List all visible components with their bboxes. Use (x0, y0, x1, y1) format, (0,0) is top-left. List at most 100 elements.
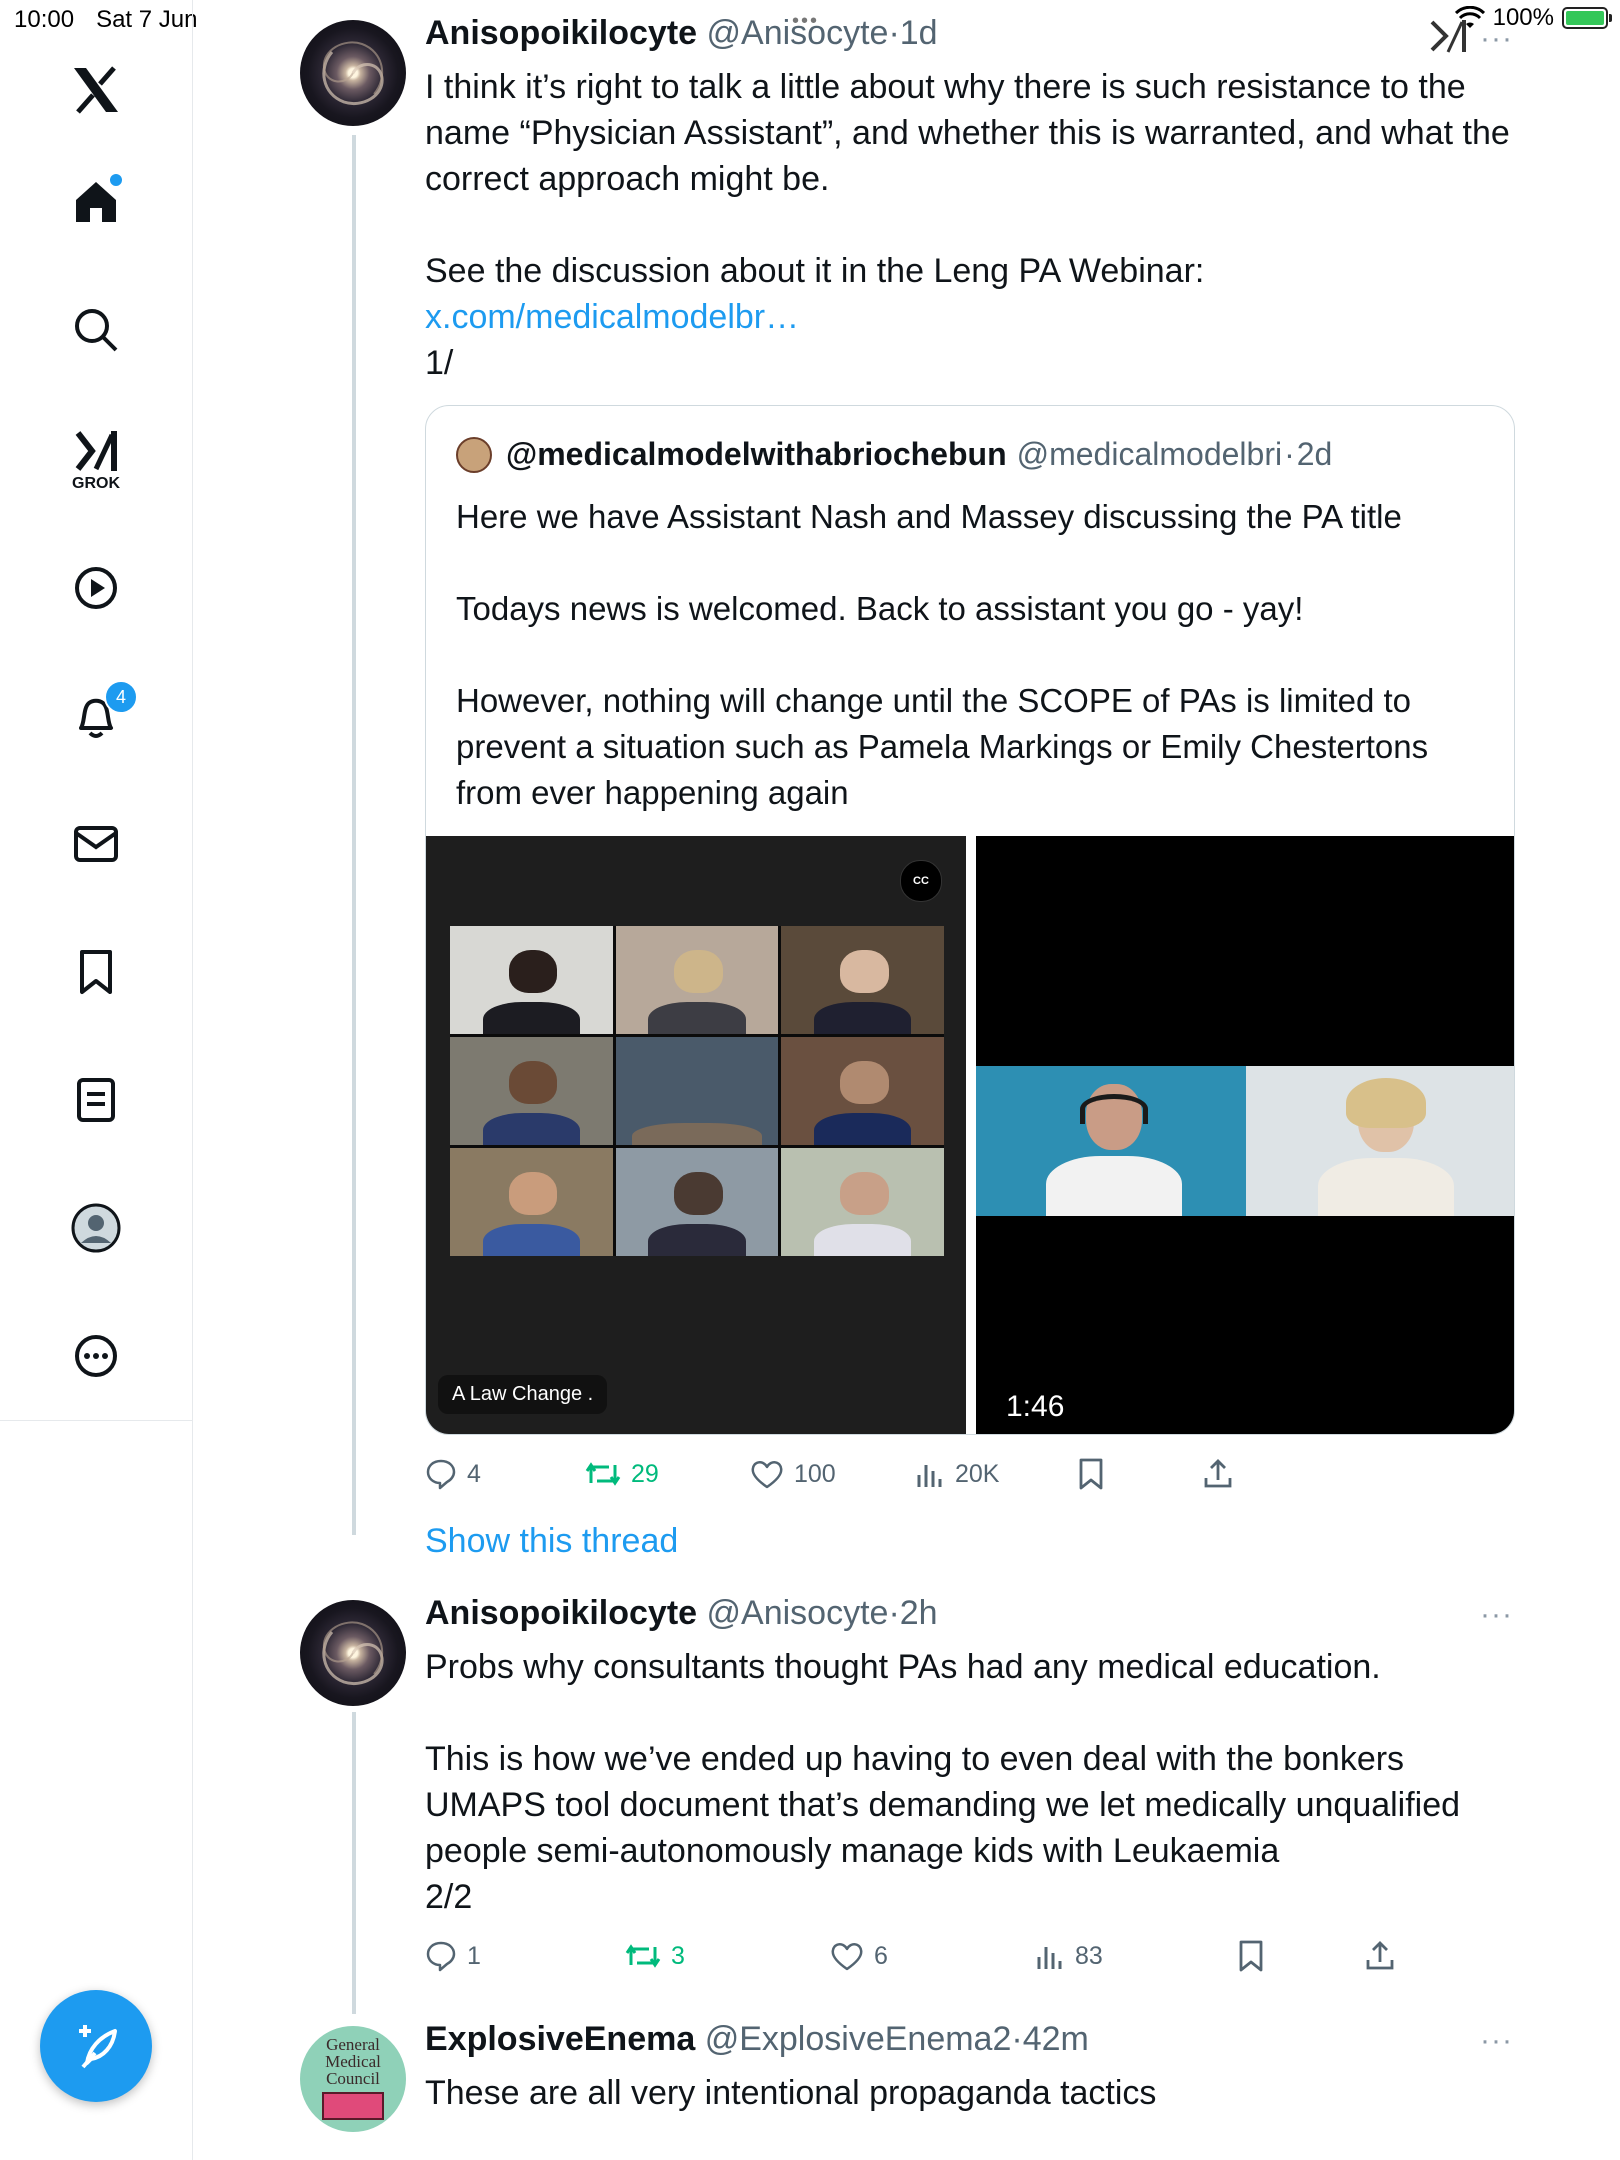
video-duration: 1:46 (1006, 1390, 1065, 1423)
tweet-actions: 4 29 100 20K (425, 1454, 1485, 1494)
video-tile (615, 926, 779, 1034)
share-button[interactable] (1203, 1454, 1233, 1494)
grok-label: GROK (72, 475, 120, 492)
tweet-link[interactable]: x.com/medicalmodelbr… (425, 294, 1515, 340)
avatar[interactable]: General Medical Council (300, 2026, 406, 2132)
tweet-paragraph: I think it’s right to talk a little abou… (425, 68, 1510, 198)
video-call-frame (976, 1066, 1514, 1216)
video-tile (450, 1037, 613, 1145)
reply-count: 4 (467, 1459, 481, 1488)
bookmarks-icon[interactable] (66, 942, 126, 1002)
galaxy-avatar-image (322, 1621, 384, 1685)
quoted-tweet-card[interactable]: @medicalmodelwithabriochebun @medicalmod… (425, 405, 1515, 1435)
quote-author-handle: @medicalmodelbri (1016, 436, 1283, 472)
repost-count: 3 (671, 1941, 685, 1970)
repost-button[interactable]: 29 (585, 1454, 659, 1494)
status-bar-right: 100% (1454, 4, 1612, 32)
like-button[interactable]: 100 (750, 1454, 836, 1494)
quote-time: 2d (1296, 436, 1333, 472)
grok-icon[interactable]: GROK (66, 424, 126, 498)
closed-captions-icon[interactable]: CC (900, 860, 942, 902)
video-participant (976, 1066, 1246, 1216)
thread-number: 1/ (425, 344, 454, 382)
tweet-more-menu[interactable]: ··· (1480, 2024, 1513, 2058)
thread-connector-2 (352, 1712, 356, 2014)
repost-icon (625, 1944, 661, 1968)
repost-count: 29 (631, 1459, 659, 1488)
reply-button[interactable]: 1 (425, 1936, 481, 1976)
home-unread-dot (108, 172, 124, 188)
views-button[interactable]: 83 (1035, 1936, 1103, 1976)
x-logo-icon[interactable] (66, 60, 126, 120)
tweet-paragraph: See the discussion about it in the Leng … (425, 252, 1205, 290)
quote-author-name: @medicalmodelwithabriochebun (506, 436, 1007, 472)
like-button[interactable]: 6 (830, 1936, 888, 1976)
video-tile (450, 1148, 613, 1256)
author-name[interactable]: Anisopoikilocyte (425, 14, 697, 52)
avatar[interactable] (300, 20, 406, 126)
bookmark-button[interactable] (1237, 1936, 1265, 1976)
author-handle[interactable]: @Anisocyte (707, 14, 889, 52)
tweet-body: These are all very intentional propagand… (425, 2070, 1515, 2116)
reply-icon (426, 1941, 456, 1972)
tweet-time[interactable]: 42m (1023, 2020, 1089, 2058)
views-button[interactable]: 20K (915, 1454, 999, 1494)
author-name[interactable]: Anisopoikilocyte (425, 1594, 697, 1632)
repost-button[interactable]: 3 (625, 1936, 685, 1976)
video-participant (1246, 1066, 1514, 1216)
show-thread-link[interactable]: Show this thread (425, 1522, 678, 1561)
tweet-time[interactable]: 1d (900, 14, 938, 52)
author-handle[interactable]: @ExplosiveEnema2 (705, 2020, 1012, 2058)
reply-count: 1 (467, 1941, 481, 1970)
video-tile (781, 1148, 944, 1256)
tweet-header: Anisopoikilocyte @Anisocyte·1d (425, 14, 938, 52)
share-icon (1366, 1941, 1394, 1970)
tweet-more-menu[interactable]: ··· (1480, 22, 1513, 56)
share-button[interactable] (1365, 1936, 1395, 1976)
video-tile (781, 926, 944, 1034)
quote-paragraph: However, nothing will change until the S… (456, 682, 1429, 811)
tweet-paragraph: Probs why consultants thought PAs had an… (425, 1648, 1381, 1686)
quote-paragraph: Todays news is welcomed. Back to assista… (456, 590, 1304, 627)
lists-icon[interactable] (66, 1070, 126, 1130)
notification-count-badge: 4 (104, 680, 138, 714)
tweet-paragraph: This is how we’ve ended up having to eve… (425, 1740, 1461, 1870)
like-count: 100 (794, 1459, 836, 1488)
notifications-bell-icon[interactable]: 4 (66, 680, 138, 746)
author-name[interactable]: ExplosiveEnema (425, 2020, 695, 2058)
views-chart-icon (1037, 1947, 1062, 1969)
bookmark-icon (1079, 1458, 1103, 1490)
tweet-more-menu[interactable]: ··· (1480, 1598, 1513, 1632)
video-caption: A Law Change . (438, 1375, 608, 1414)
search-icon[interactable] (66, 300, 126, 360)
video-tile (615, 1037, 779, 1145)
profile-icon[interactable] (66, 1198, 126, 1258)
messages-mail-icon[interactable] (66, 814, 126, 874)
tweet-time[interactable]: 2h (900, 1594, 938, 1632)
reply-button[interactable]: 4 (425, 1454, 481, 1494)
more-options-icon[interactable] (66, 1326, 126, 1386)
reply-icon (426, 1459, 456, 1490)
xai-logo-icon (1428, 18, 1472, 59)
home-icon[interactable] (66, 172, 126, 232)
avatar[interactable] (300, 1600, 406, 1706)
sidebar-nav: GROK 4 (0, 0, 193, 2160)
author-handle[interactable]: @Anisocyte (707, 1594, 889, 1632)
share-icon (1204, 1459, 1232, 1488)
video-play-icon[interactable] (66, 558, 126, 618)
heart-icon (751, 1460, 783, 1489)
battery-icon (1562, 7, 1612, 29)
video-tile (781, 1037, 944, 1145)
quote-avatar (456, 436, 492, 473)
video-call-grid (450, 926, 944, 1256)
bookmark-button[interactable] (1077, 1454, 1105, 1494)
video-tile (615, 1148, 779, 1256)
compose-feather-icon (79, 2025, 117, 2069)
heart-icon (831, 1942, 863, 1971)
quote-media-video[interactable]: 1:46 (976, 836, 1514, 1434)
like-count: 6 (874, 1941, 888, 1970)
bookmark-icon (1239, 1940, 1263, 1972)
compose-post-button[interactable] (40, 1990, 152, 2102)
tweet-paragraph: These are all very intentional propagand… (425, 2074, 1157, 2112)
quote-media-video-grid[interactable]: CC A Law Change . (426, 836, 966, 1434)
